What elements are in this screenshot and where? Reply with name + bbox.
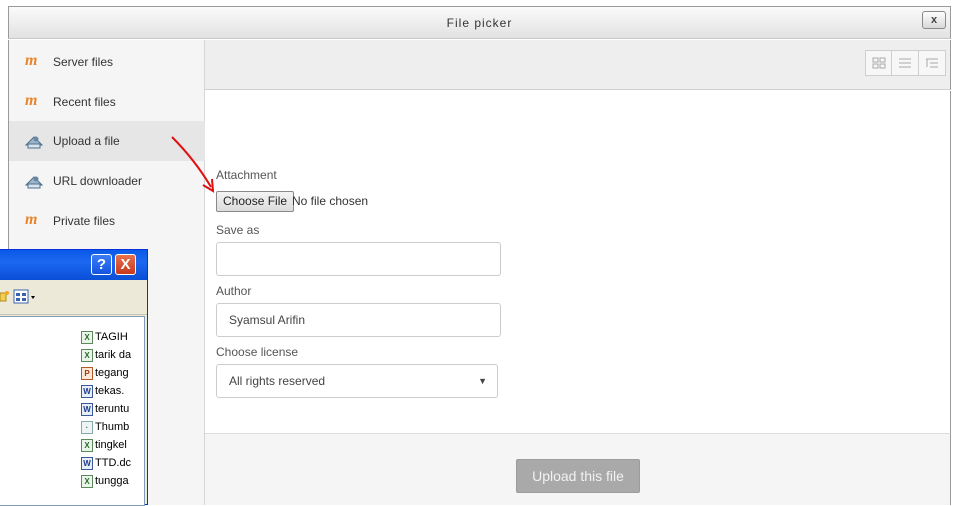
upload-button[interactable]: Upload this file bbox=[516, 459, 640, 493]
file-open-dialog-title-bar: ? X bbox=[0, 250, 147, 280]
sidebar-item-label: URL downloader bbox=[53, 174, 142, 188]
tree-view-button[interactable] bbox=[919, 50, 946, 76]
sidebar-item-upload-a-file[interactable]: Upload a file bbox=[9, 121, 205, 161]
list-item[interactable]: X TAGIH bbox=[81, 329, 128, 345]
new-folder-icon[interactable] bbox=[0, 290, 10, 304]
moodle-icon: m bbox=[25, 211, 38, 228]
file-open-dialog: ? X X TAGIH Xtarik da Ptegang Wtekas. Wte… bbox=[0, 249, 148, 506]
file-name: TTD.dc bbox=[95, 457, 132, 469]
list-item[interactable]: Xtarik da bbox=[81, 347, 131, 363]
no-file-text: No file chosen bbox=[292, 194, 369, 208]
file-name: tingkel bbox=[95, 439, 127, 451]
upload-icon bbox=[25, 173, 43, 189]
view-menu-icon[interactable] bbox=[13, 289, 37, 305]
word-file-icon: W bbox=[81, 456, 93, 470]
author-label: Author bbox=[216, 284, 252, 298]
file-picker-toolbar bbox=[205, 40, 951, 90]
excel-file-icon: X bbox=[81, 348, 93, 362]
image-file-icon: · bbox=[81, 420, 93, 434]
choose-file-button[interactable]: Choose File bbox=[216, 191, 295, 212]
excel-file-icon: X bbox=[81, 474, 93, 488]
list-item[interactable]: W TTD.dc bbox=[81, 455, 131, 471]
list-item[interactable]: Wteruntu bbox=[81, 401, 129, 417]
save-as-input[interactable] bbox=[216, 242, 501, 276]
file-picker-frame: File picker x m Server files m Recent fi… bbox=[0, 0, 957, 506]
license-select-value: All rights reserved bbox=[229, 374, 326, 388]
upload-form: Attachment Choose File No file chosen Sa… bbox=[205, 91, 951, 433]
tree-view-icon bbox=[926, 58, 938, 68]
powerpoint-file-icon: P bbox=[81, 366, 93, 380]
sidebar-item-url-downloader[interactable]: URL downloader bbox=[9, 161, 205, 201]
moodle-icon: m bbox=[25, 52, 38, 69]
save-as-label: Save as bbox=[216, 223, 260, 237]
list-item[interactable]: Xtingkel bbox=[81, 437, 127, 453]
icons-view-button[interactable] bbox=[865, 50, 892, 76]
close-button[interactable]: x bbox=[922, 11, 946, 29]
dialog-close-button[interactable]: X bbox=[115, 254, 136, 275]
dialog-title: File picker bbox=[446, 16, 513, 30]
excel-file-icon: X bbox=[81, 330, 93, 344]
excel-file-icon: X bbox=[81, 438, 93, 452]
view-switcher bbox=[865, 50, 946, 76]
word-file-icon: W bbox=[81, 384, 93, 398]
list-item[interactable]: · Thumb bbox=[81, 419, 129, 435]
sidebar-item-server-files[interactable]: m Server files bbox=[9, 42, 205, 82]
file-name: teruntu bbox=[95, 403, 130, 415]
sidebar-item-label: Server files bbox=[53, 55, 114, 69]
file-list: X TAGIH Xtarik da Ptegang Wtekas. Wterunt… bbox=[0, 316, 145, 506]
upload-icon bbox=[25, 133, 43, 149]
file-open-toolbar bbox=[0, 280, 147, 315]
file-name: Thumb bbox=[95, 421, 130, 433]
word-file-icon: W bbox=[81, 402, 93, 416]
file-name: tarik da bbox=[95, 349, 132, 361]
chevron-down-icon: ▼ bbox=[478, 376, 487, 386]
sidebar-item-label: Recent files bbox=[53, 95, 116, 109]
upload-footer: Upload this file bbox=[205, 433, 951, 505]
sidebar-item-recent-files[interactable]: m Recent files bbox=[9, 82, 205, 122]
license-select[interactable]: All rights reserved ▼ bbox=[216, 364, 498, 398]
author-input[interactable]: Syamsul Arifin bbox=[216, 303, 501, 337]
list-view-icon bbox=[899, 58, 911, 68]
list-item[interactable]: Xtungga bbox=[81, 473, 129, 489]
list-item[interactable]: Ptegang bbox=[81, 365, 129, 381]
moodle-icon: m bbox=[25, 92, 38, 109]
file-name: TAGIH bbox=[95, 331, 128, 343]
sidebar-item-private-files[interactable]: m Private files bbox=[9, 201, 205, 241]
help-button[interactable]: ? bbox=[91, 254, 112, 275]
file-name: tekas. bbox=[95, 385, 125, 397]
file-name: tungga bbox=[95, 475, 129, 487]
icons-view-icon bbox=[872, 57, 885, 69]
file-name: tegang bbox=[95, 367, 129, 379]
dialog-title-bar: File picker x bbox=[8, 6, 951, 39]
sidebar-item-label: Upload a file bbox=[53, 134, 120, 148]
list-view-button[interactable] bbox=[892, 50, 919, 76]
attachment-label: Attachment bbox=[216, 168, 277, 182]
sidebar-item-label: Private files bbox=[53, 214, 116, 228]
list-item[interactable]: Wtekas. bbox=[81, 383, 124, 399]
license-label: Choose license bbox=[216, 345, 299, 359]
